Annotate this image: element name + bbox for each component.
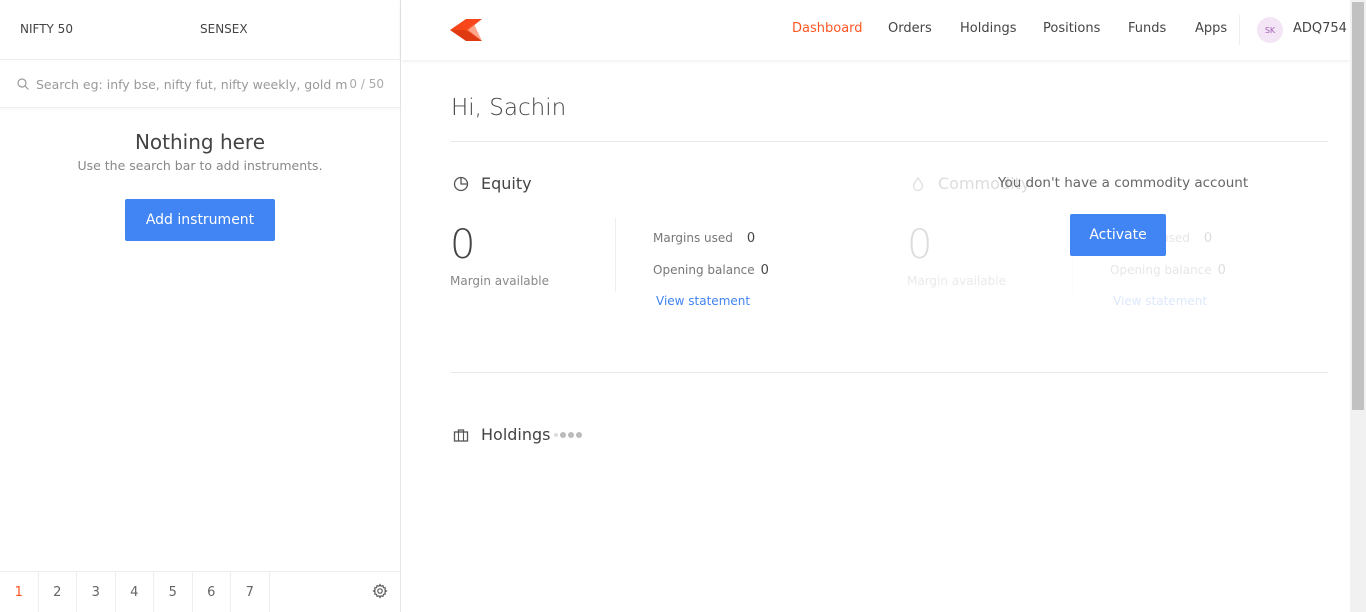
- watchlist-count: 0 / 50: [349, 77, 384, 91]
- divider: [451, 372, 1328, 373]
- add-instrument-button[interactable]: Add instrument: [125, 199, 275, 241]
- equity-view-statement-link[interactable]: View statement: [656, 294, 750, 308]
- top-navbar: Dashboard Orders Holdings Positions Fund…: [401, 0, 1351, 60]
- nav-dashboard[interactable]: Dashboard: [792, 21, 863, 36]
- nav-apps[interactable]: Apps: [1195, 21, 1227, 36]
- scrollbar[interactable]: [1350, 0, 1366, 612]
- opening-balance-value: 0: [760, 263, 769, 278]
- nav-funds[interactable]: Funds: [1128, 21, 1166, 36]
- watchlist-tabs: 1 2 3 4 5 6 7: [0, 571, 400, 612]
- index-sensex[interactable]: SENSEX: [200, 22, 248, 36]
- indices-bar: NIFTY 50 SENSEX: [0, 0, 400, 60]
- watchlist-tab-1[interactable]: 1: [0, 572, 39, 612]
- nav-orders[interactable]: Orders: [888, 21, 932, 36]
- user-id[interactable]: ADQ754: [1293, 21, 1347, 36]
- empty-subtitle: Use the search bar to add instruments.: [77, 158, 323, 173]
- equity-header: Equity: [453, 174, 532, 193]
- equity-opening-balance: Opening balance 0: [653, 263, 769, 278]
- divider: [615, 218, 616, 292]
- empty-state: Nothing here Use the search bar to add i…: [0, 130, 400, 173]
- commodity-view-statement-link: View statement: [1113, 294, 1208, 308]
- watchlist-tab-5[interactable]: 5: [154, 572, 193, 612]
- divider: [451, 141, 1328, 142]
- watchlist-tab-2[interactable]: 2: [39, 572, 77, 612]
- watchlist-search: 0 / 50: [0, 60, 400, 108]
- opening-balance-label: Opening balance: [653, 263, 755, 277]
- commodity-message: You don't have a commodity account: [998, 175, 1249, 191]
- opening-balance-label: Opening balance: [1110, 263, 1212, 277]
- equity-margin-available-value: 0: [450, 222, 476, 268]
- search-input[interactable]: [36, 70, 348, 98]
- opening-balance-value: 0: [1217, 263, 1226, 278]
- watchlist-panel: NIFTY 50 SENSEX 0 / 50 Nothing here Use …: [0, 0, 401, 612]
- drop-icon: [912, 176, 924, 191]
- empty-title: Nothing here: [134, 130, 266, 154]
- watchlist-tab-4[interactable]: 4: [116, 572, 154, 612]
- nav-divider: [1239, 15, 1240, 45]
- equity-title: Equity: [481, 174, 532, 193]
- search-icon: [17, 78, 29, 90]
- commodity-opening-balance: Opening balance 0: [1110, 263, 1226, 278]
- margins-used-value: 0: [1203, 231, 1213, 246]
- kite-logo-icon[interactable]: [450, 19, 482, 41]
- holdings-title: Holdings: [481, 425, 551, 444]
- loading-spinner: [554, 432, 582, 438]
- margins-used-value: 0: [746, 231, 756, 246]
- gear-icon[interactable]: [372, 583, 388, 599]
- commodity-margin-available-value: 0: [907, 222, 933, 268]
- watchlist-tab-6[interactable]: 6: [193, 572, 231, 612]
- avatar[interactable]: SK: [1257, 17, 1283, 43]
- nav-positions[interactable]: Positions: [1043, 21, 1100, 36]
- scrollbar-thumb[interactable]: [1352, 2, 1364, 410]
- page-greeting: Hi, Sachin: [451, 95, 567, 121]
- nav-holdings[interactable]: Holdings: [960, 21, 1016, 36]
- briefcase-icon: [453, 428, 469, 442]
- watchlist-tab-7[interactable]: 7: [231, 572, 270, 612]
- pie-chart-icon: [453, 176, 469, 191]
- margins-used-label: Margins used: [653, 231, 733, 245]
- index-nifty50[interactable]: NIFTY 50: [20, 22, 73, 36]
- commodity-margin-available-label: Margin available: [907, 274, 1006, 288]
- holdings-header: Holdings: [453, 425, 551, 444]
- equity-margins-used: Margins used 0: [653, 231, 755, 246]
- watchlist-tab-3[interactable]: 3: [77, 572, 116, 612]
- equity-margin-available-label: Margin available: [450, 274, 549, 288]
- activate-button[interactable]: Activate: [1070, 214, 1166, 256]
